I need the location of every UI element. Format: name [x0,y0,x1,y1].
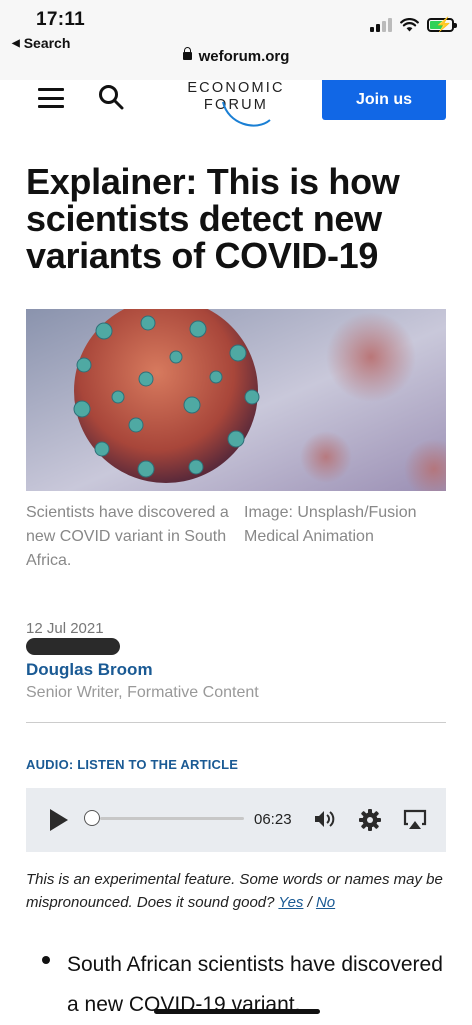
image-credit: Image: Unsplash/Fusion Medical Animation [244,504,417,545]
feedback-yes-link[interactable]: Yes [278,894,303,911]
feedback-no-link[interactable]: No [316,894,335,911]
logo-text-top: ECONOMIC [187,80,285,96]
status-time: 17:11 [36,9,86,30]
logo-arc-icon [222,101,271,127]
address-bar[interactable]: weforum.org [0,47,472,65]
join-us-button[interactable]: Join us [322,80,446,120]
airplay-icon[interactable] [403,809,427,831]
author-role: Senior Writer, Formative Content [26,684,259,701]
back-arrow-icon: ◀ [12,37,20,49]
lock-icon [182,47,192,60]
audio-section-label: AUDIO: LISTEN TO THE ARTICLE [26,757,239,772]
status-icons: ⚡ [370,16,457,32]
gear-icon[interactable] [359,809,381,831]
divider [26,722,446,723]
site-header: ECONOMIC FORUM Join us [0,80,472,140]
bullet-point [42,956,50,964]
wifi-icon [400,18,419,32]
redaction-mark [26,638,120,655]
home-indicator[interactable] [154,1009,320,1014]
audio-player: 06:23 [26,788,446,852]
audio-feedback-note: This is an experimental feature. Some wo… [26,868,446,914]
seek-handle[interactable] [84,810,100,826]
virus-illustration [26,309,446,491]
seek-bar[interactable] [100,817,244,820]
wef-logo[interactable]: ECONOMIC FORUM [178,80,294,130]
feedback-question: This is an experimental feature. Some wo… [26,871,443,911]
author-name-link[interactable]: Douglas Broom [26,660,153,680]
article-hero-image [26,309,446,491]
feedback-separator: / [307,894,312,911]
status-bar: 17:11 ◀ Search ⚡ weforum.org [0,0,472,80]
search-icon[interactable] [98,84,124,110]
url-text: weforum.org [198,48,290,65]
image-caption: Scientists have discovered a new COVID v… [26,504,229,569]
publish-date: 12 Jul 2021 [26,620,104,637]
cellular-signal-icon [370,18,392,32]
play-icon[interactable] [50,809,68,831]
hamburger-menu-icon[interactable] [38,88,64,108]
volume-icon[interactable] [313,809,339,829]
audio-duration: 06:23 [254,811,292,828]
article-headline: Explainer: This is how scientists detect… [26,161,400,276]
battery-charging-icon: ⚡ [427,16,457,32]
